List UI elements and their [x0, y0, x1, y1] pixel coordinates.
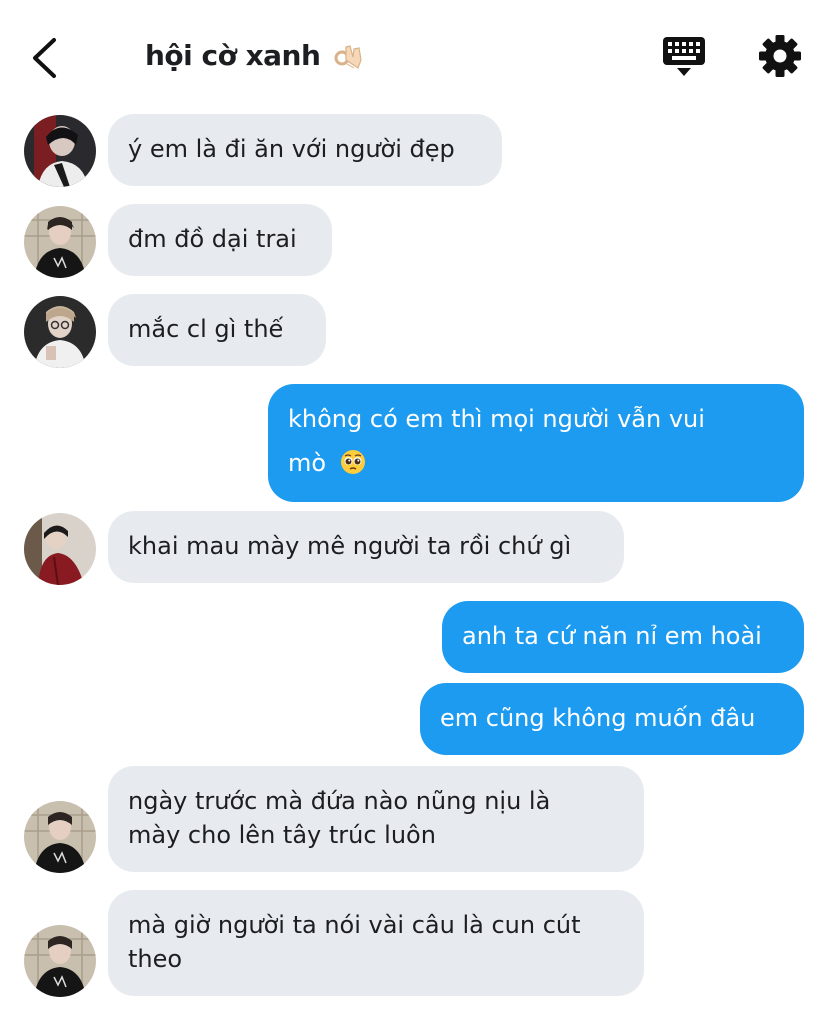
user-avatar-icon — [24, 206, 96, 278]
message-bubble-incoming[interactable]: khai mau mày mê người ta rồi chứ gì — [108, 511, 624, 583]
pleading-face-emoji-icon — [340, 450, 365, 474]
message-text-line: ngày trước mà đứa nào nũng nịu là — [128, 787, 551, 815]
back-button[interactable] — [22, 30, 72, 86]
chevron-left-icon — [33, 38, 56, 78]
message-bubble-outgoing[interactable]: em cũng không muốn đâu — [420, 683, 804, 755]
message-text-line: mò — [288, 449, 327, 477]
message-text: em cũng không muốn đâu — [440, 704, 756, 732]
message-bubble-incoming[interactable]: ngày trước mà đứa nào nũng nịu là mày ch… — [108, 766, 644, 872]
keyboard-icon — [663, 37, 705, 76]
message-bubble-outgoing[interactable]: anh ta cứ năn nỉ em hoài — [442, 601, 804, 673]
chat-screen: hội cờ xanh ý em là đi ăn với người đẹp … — [0, 0, 828, 1009]
avatar[interactable] — [24, 296, 96, 368]
message-bubble-incoming[interactable]: đm đồ dại trai — [108, 204, 332, 276]
gear-icon — [759, 35, 801, 77]
avatar[interactable] — [24, 925, 96, 997]
avatar[interactable] — [24, 513, 96, 585]
message-text: khai mau mày mê người ta rồi chứ gì — [128, 532, 572, 560]
message-bubble-incoming[interactable]: mắc cl gì thế — [108, 294, 326, 366]
message-text: đm đồ dại trai — [128, 225, 297, 253]
message-text: ý em là đi ăn với người đẹp — [128, 135, 455, 163]
settings-button[interactable] — [757, 33, 803, 79]
ok-hand-emoji-icon — [334, 45, 363, 69]
avatar[interactable] — [24, 801, 96, 873]
message-bubble-incoming[interactable]: ý em là đi ăn với người đẹp — [108, 114, 502, 186]
conversation-title: hội cờ xanh — [145, 38, 321, 72]
avatar[interactable] — [24, 206, 96, 278]
user-avatar-icon — [24, 925, 96, 997]
user-avatar-icon — [24, 115, 96, 187]
message-text-line: không có em thì mọi người vẫn vui — [288, 405, 705, 433]
message-bubble-outgoing[interactable]: không có em thì mọi người vẫn vui mò — [268, 384, 804, 502]
avatar[interactable] — [24, 115, 96, 187]
user-avatar-icon — [24, 513, 96, 585]
message-text: mắc cl gì thế — [128, 315, 284, 343]
message-text-line: mà giờ người ta nói vài câu là cun cút — [128, 911, 581, 939]
message-text-line: theo — [128, 945, 183, 973]
user-avatar-icon — [24, 801, 96, 873]
user-avatar-icon — [24, 296, 96, 368]
chat-header: hội cờ xanh — [0, 0, 828, 110]
message-bubble-incoming[interactable]: mà giờ người ta nói vài câu là cun cút t… — [108, 890, 644, 996]
message-text-line: mày cho lên tây trúc luôn — [128, 821, 436, 849]
message-text: anh ta cứ năn nỉ em hoài — [462, 622, 762, 650]
conversation-title-group[interactable]: hội cờ xanh — [145, 38, 364, 72]
keyboard-button[interactable] — [660, 34, 708, 82]
